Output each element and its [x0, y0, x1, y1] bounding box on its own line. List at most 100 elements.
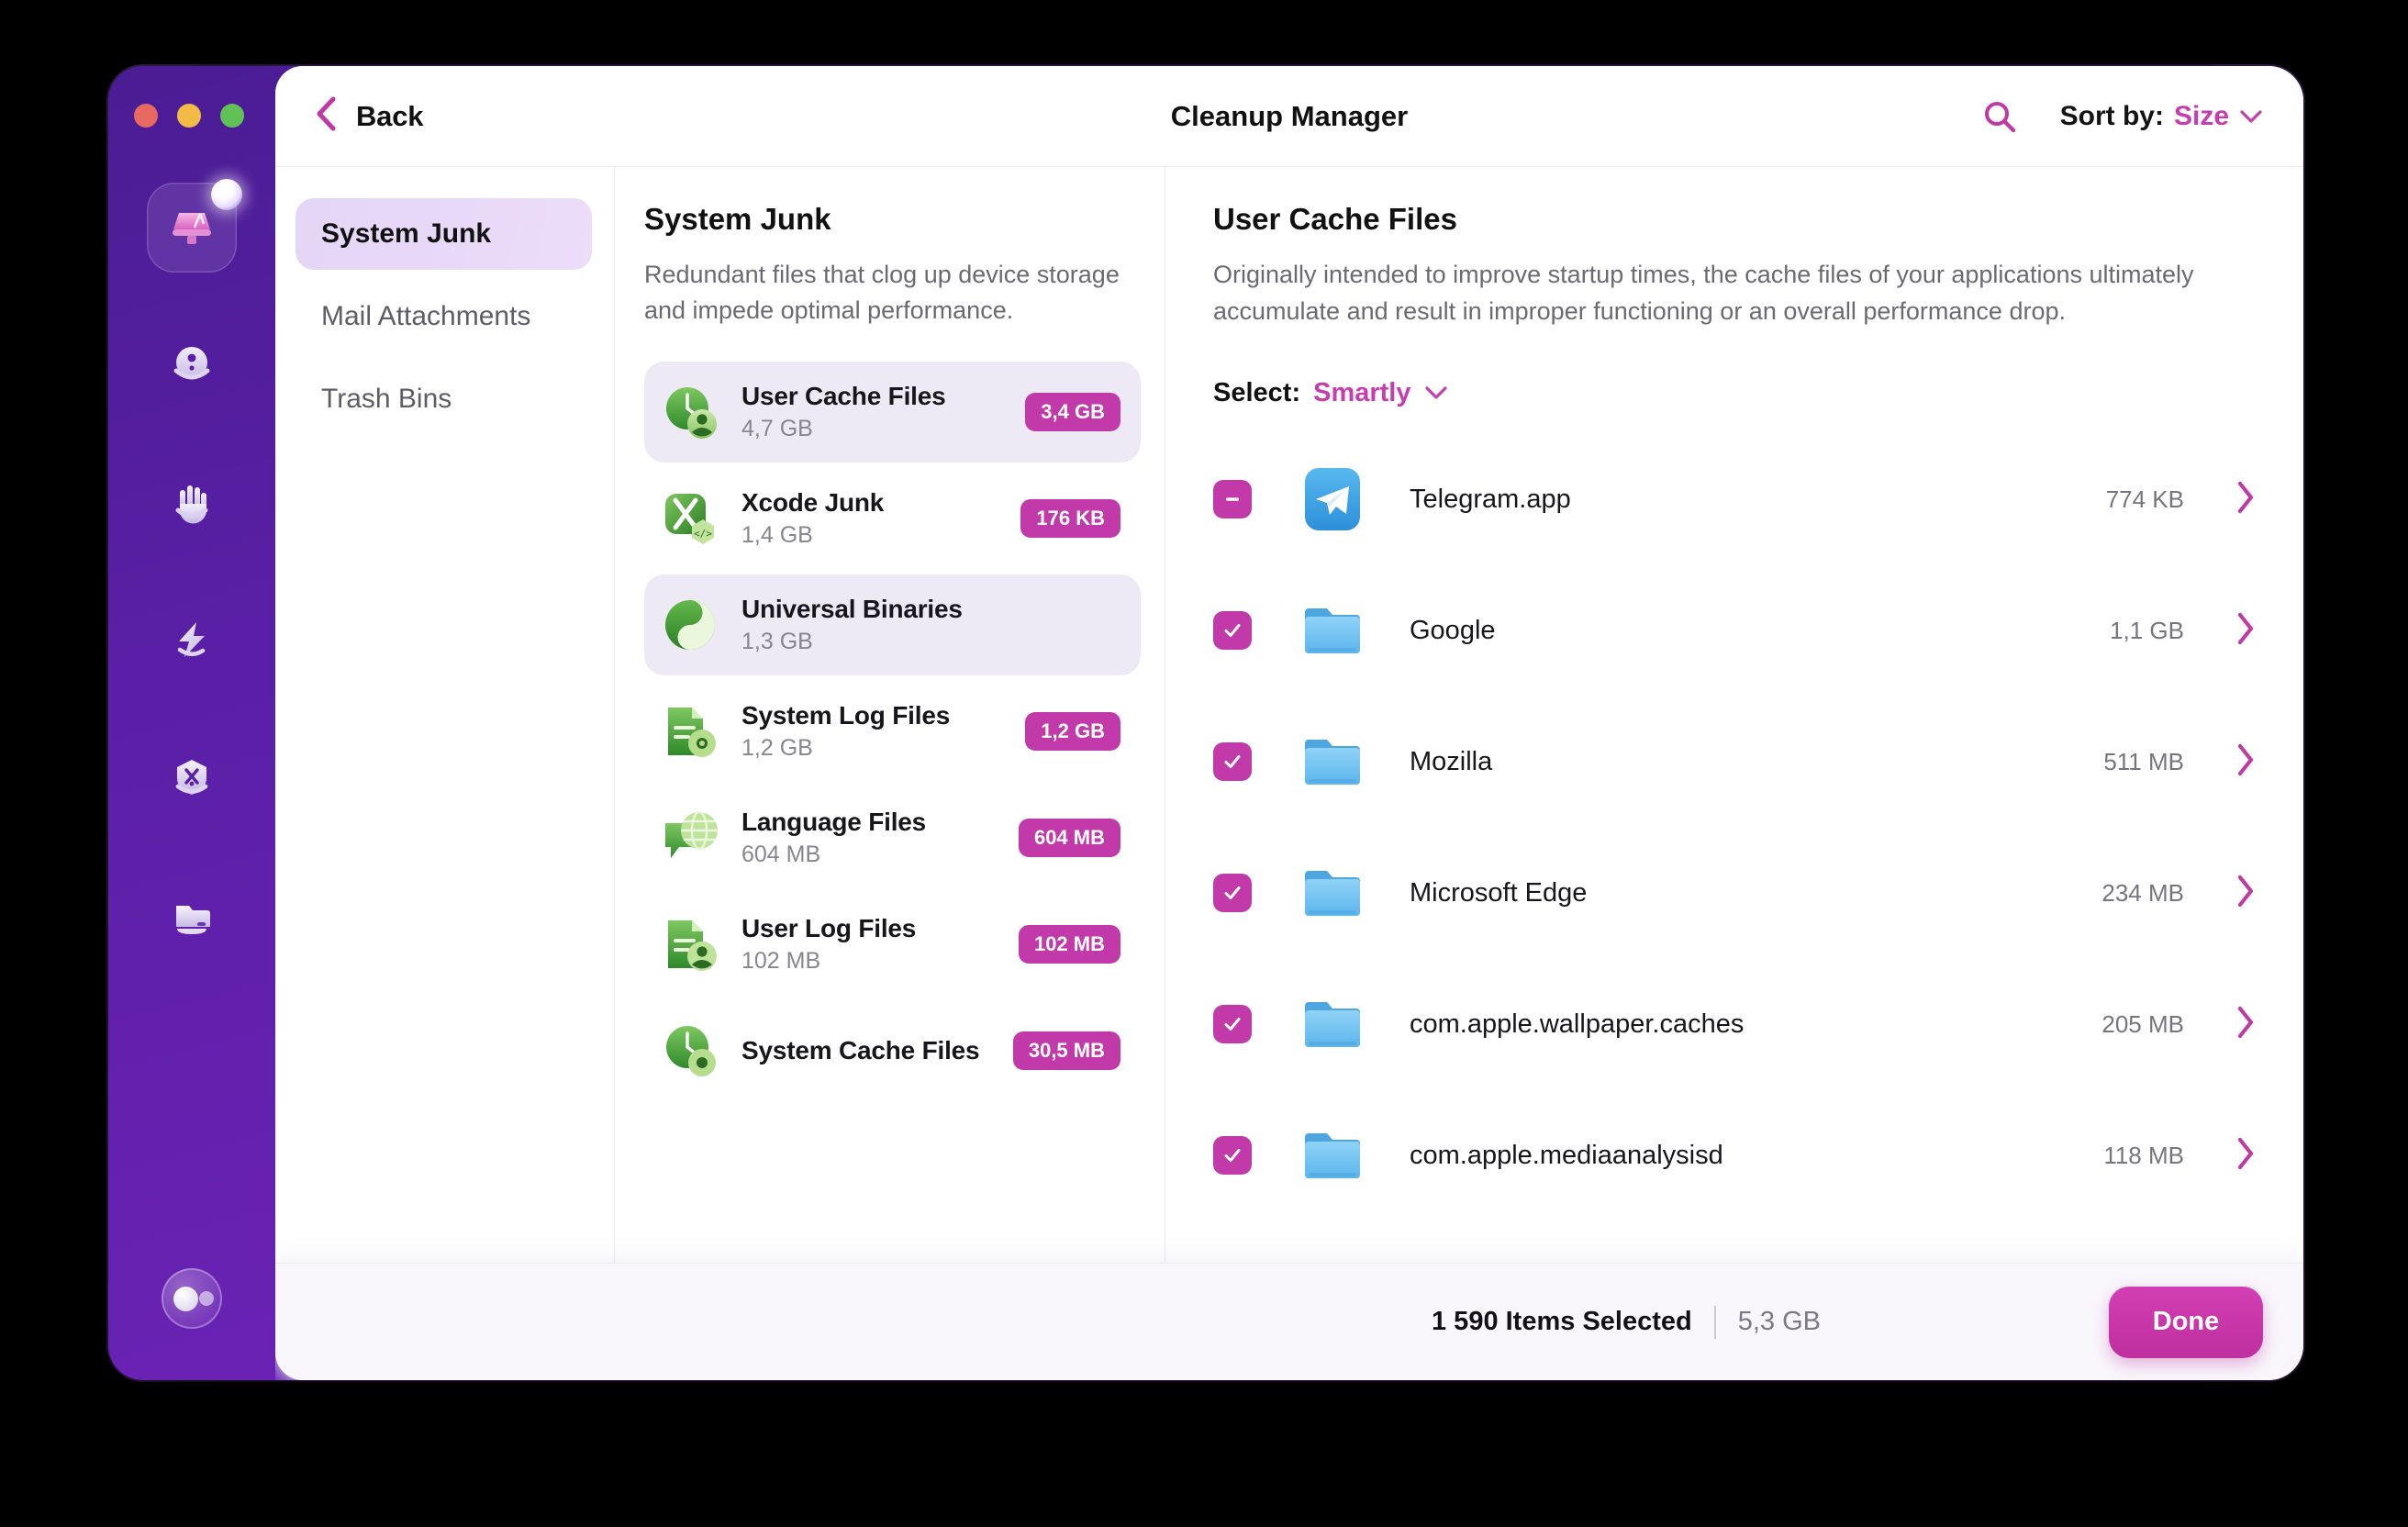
category-badge: 30,5 MB	[1012, 1031, 1120, 1071]
rail-icon-list	[108, 179, 275, 961]
category-row-user-cache-files[interactable]: User Cache Files 4,7 GB 3,4 GB	[644, 362, 1141, 463]
chevron-right-icon[interactable]	[2235, 743, 2256, 781]
minimize-window-button[interactable]	[177, 104, 201, 128]
maximize-window-button[interactable]	[220, 104, 244, 128]
rail-item-speed[interactable]	[147, 596, 237, 685]
account-avatar-icon[interactable]	[162, 1268, 222, 1329]
rail-account-section	[162, 1268, 222, 1329]
rail-item-privacy[interactable]	[147, 458, 237, 548]
file-name: Google	[1410, 615, 1496, 645]
rail-item-files[interactable]	[147, 871, 237, 961]
hand-privacy-icon	[168, 479, 216, 527]
category-row-system-cache-files[interactable]: System Cache Files 30,5 MB	[644, 1000, 1141, 1101]
telegram-app-icon	[1299, 466, 1366, 532]
file-checkbox-partial[interactable]	[1213, 480, 1252, 519]
category-name: Universal Binaries	[741, 595, 963, 624]
category-size: 1,2 GB	[741, 735, 813, 762]
file-row[interactable]: Google 1,1 GB	[1213, 565, 2256, 697]
file-size: 774 KB	[2105, 485, 2184, 513]
chevron-right-icon[interactable]	[2235, 481, 2256, 518]
category-size: 1,3 GB	[741, 629, 813, 655]
chevron-right-icon[interactable]	[2235, 612, 2256, 650]
file-name: Telegram.app	[1410, 484, 1571, 514]
chevron-right-icon[interactable]	[2235, 1137, 2256, 1175]
select-mode-dropdown[interactable]: Smartly	[1313, 378, 1410, 408]
sort-by-dropdown[interactable]: Sort by: Size	[2060, 101, 2263, 132]
window-traffic-lights	[134, 104, 244, 128]
file-size: 511 MB	[2103, 747, 2184, 775]
nav-item-label: Mail Attachments	[321, 301, 531, 331]
lightning-speed-icon	[168, 617, 216, 664]
category-text-group: Universal Binaries 1,3 GB	[741, 595, 1120, 655]
category-row-universal-binaries[interactable]: Universal Binaries 1,3 GB	[644, 574, 1141, 676]
chevron-down-icon	[2239, 108, 2263, 125]
file-row[interactable]: Microsoft Edge 234 MB	[1213, 828, 2256, 959]
rail-item-applications[interactable]	[147, 733, 237, 823]
back-button-label: Back	[356, 99, 424, 132]
category-text-group: System Log Files 1,2 GB	[741, 701, 1003, 762]
file-row[interactable]: Mozilla 511 MB	[1213, 697, 2256, 828]
file-size: 1,1 GB	[2110, 616, 2184, 644]
shield-applications-icon	[168, 754, 216, 802]
category-nav-list: System Junk Mail Attachments Trash Bins	[275, 167, 615, 1380]
nav-item-system-junk[interactable]: System Junk	[295, 198, 592, 270]
category-text-group: Xcode Junk 1,4 GB	[741, 488, 998, 549]
category-row-language-files[interactable]: Language Files 604 MB 604 MB	[644, 787, 1141, 888]
category-row-user-log-files[interactable]: User Log Files 102 MB 102 MB	[644, 894, 1141, 995]
rail-item-cleanup[interactable]	[147, 179, 242, 273]
file-size: 205 MB	[2101, 1009, 2184, 1038]
category-row-system-log-files[interactable]: System Log Files 1,2 GB 1,2 GB	[644, 681, 1141, 782]
selected-items-count: 1 590 Items Selected	[1432, 1307, 1692, 1336]
file-name: Mozilla	[1410, 746, 1493, 776]
file-size: 234 MB	[2101, 878, 2184, 907]
category-size: 4,7 GB	[741, 416, 813, 442]
file-size: 118 MB	[2103, 1141, 2184, 1169]
chevron-right-icon[interactable]	[2235, 875, 2256, 912]
file-row[interactable]: com.apple.mediaanalysisd 118 MB	[1213, 1090, 2256, 1221]
file-list: Telegram.app 774 KB Google 1,1 GB Mozill…	[1213, 434, 2256, 1380]
content-card: Back Cleanup Manager Sort by: Size Syste…	[275, 66, 2303, 1380]
svg-text:</>: </>	[694, 528, 712, 540]
category-name: Language Files	[741, 808, 927, 837]
done-button[interactable]: Done	[2109, 1286, 2263, 1358]
category-name: System Log Files	[741, 701, 951, 730]
nav-item-mail-attachments[interactable]: Mail Attachments	[295, 281, 592, 352]
detail-description: Originally intended to improve startup t…	[1213, 261, 2194, 325]
user-cache-icon	[661, 383, 719, 441]
category-column-heading: System Junk	[644, 202, 831, 236]
folder-files-icon	[168, 892, 216, 940]
folder-icon	[1299, 991, 1366, 1057]
file-checkbox-checked[interactable]	[1213, 1005, 1252, 1044]
selected-total-size: 5,3 GB	[1737, 1307, 1822, 1336]
category-size: 604 MB	[741, 842, 821, 868]
system-log-icon	[661, 702, 719, 761]
category-text-group: System Cache Files	[741, 1036, 991, 1065]
back-button[interactable]: Back	[314, 95, 424, 137]
file-name: com.apple.wallpaper.caches	[1410, 1009, 1745, 1039]
file-checkbox-checked[interactable]	[1213, 742, 1252, 782]
category-row-xcode-junk[interactable]: </> Xcode Junk 1,4 GB 176 KB	[644, 468, 1141, 569]
category-name: User Log Files	[741, 914, 917, 943]
file-name: com.apple.mediaanalysisd	[1410, 1140, 1723, 1170]
rail-item-performance[interactable]	[147, 320, 237, 410]
file-checkbox-checked[interactable]	[1213, 611, 1252, 651]
sort-by-label: Sort by:	[2059, 100, 2164, 131]
search-icon[interactable]	[1981, 98, 2018, 135]
category-column-description: Redundant files that clog up device stor…	[644, 261, 1120, 325]
selection-footer: 1 590 Items Selected 5,3 GB Done	[275, 1263, 2303, 1380]
system-cache-icon	[661, 1021, 719, 1080]
file-row[interactable]: Telegram.app 774 KB	[1213, 434, 2256, 565]
folder-icon	[1299, 597, 1366, 663]
detail-column: User Cache Files Originally intended to …	[1165, 167, 2303, 1380]
category-badge: 3,4 GB	[1025, 393, 1120, 432]
chevron-down-icon[interactable]	[1424, 385, 1448, 401]
nav-item-trash-bins[interactable]: Trash Bins	[295, 363, 592, 435]
file-checkbox-checked[interactable]	[1213, 1136, 1252, 1176]
notification-badge-icon	[211, 179, 242, 210]
close-window-button[interactable]	[134, 104, 158, 128]
file-checkbox-checked[interactable]	[1213, 874, 1252, 913]
chevron-right-icon[interactable]	[2235, 1006, 2256, 1043]
category-name: Xcode Junk	[741, 488, 885, 518]
file-row[interactable]: com.apple.wallpaper.caches 205 MB	[1213, 959, 2256, 1090]
universal-binaries-icon	[661, 596, 719, 654]
